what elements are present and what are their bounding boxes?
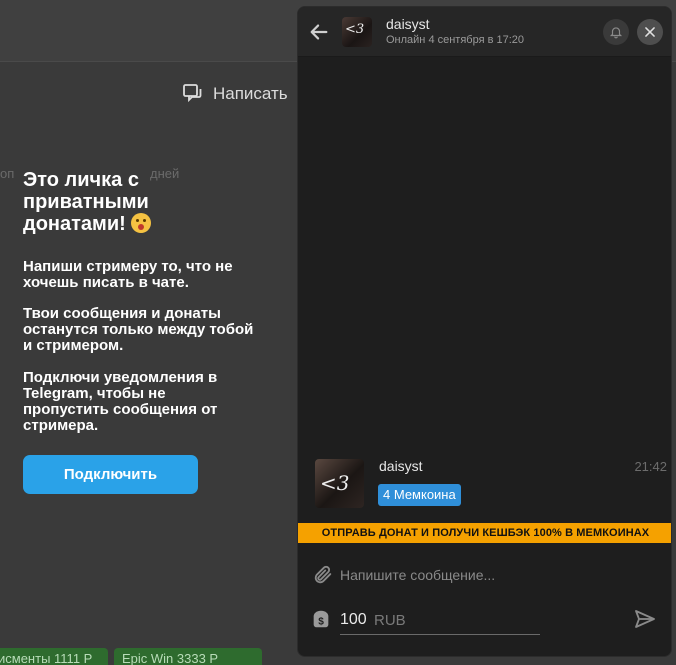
chat-contact-name: daisyst [386,16,430,32]
close-button[interactable] [637,19,663,45]
donation-badge: 4 Мемкоина [378,484,461,506]
money-icon: $ [313,610,329,628]
connect-button[interactable]: Подключить [23,455,198,494]
cashback-banner[interactable]: ОТПРАВЬ ДОНАТ И ПОЛУЧИ КЕШБЭК 100% В МЕМ… [298,523,671,543]
background-ghost-text: оп [0,166,15,181]
chat-contact-status: Онлайн 4 сентября в 17:20 [386,34,525,46]
svg-text:$: $ [318,617,324,628]
avatar-glyph: <3 [320,471,350,495]
message-input-row [298,560,671,590]
promo-title-text: Это личка с приватными донатами! [23,169,149,235]
bell-icon [609,27,623,39]
background-badge: исменты 1111 Р [0,648,108,665]
currency-label: RUB [374,612,406,629]
write-label: Написать [213,84,288,103]
amount-field[interactable]: RUB [340,605,540,635]
write-button[interactable]: Написать [181,82,288,106]
chat-panel: <3 daisyst Онлайн 4 сентября в 17:20 <3 … [297,6,672,657]
paperclip-icon[interactable] [312,564,334,586]
promo-text: Подключи уведомления в Telegram, чтобы н… [23,369,218,434]
avatar-glyph: <3 [345,22,365,37]
message-author: daisyst [379,458,423,474]
promo-title: Это личка с приватными донатами! [23,169,193,235]
chat-header: <3 daisyst Онлайн 4 сентября в 17:20 [298,7,671,57]
emoji-icon [131,213,152,233]
chat-message: <3 daisyst 21:42 4 Мемкоина [298,452,671,514]
notifications-button[interactable] [603,19,629,45]
avatar[interactable]: <3 [315,459,364,508]
amount-input[interactable] [340,611,372,629]
close-icon [645,27,655,37]
background-badge: Epic Win 3333 Р [114,648,262,665]
back-arrow-icon[interactable] [308,21,330,43]
avatar[interactable]: <3 [342,17,372,47]
promo-text: Твои сообщения и донаты останутся только… [23,305,254,354]
message-input[interactable] [340,565,660,585]
promo-text: Напиши стримеру то, что не хочешь писать… [23,258,233,291]
donation-row: $ RUB [298,605,671,639]
send-icon[interactable] [633,607,657,631]
write-icon [183,84,202,103]
message-time: 21:42 [634,459,667,474]
